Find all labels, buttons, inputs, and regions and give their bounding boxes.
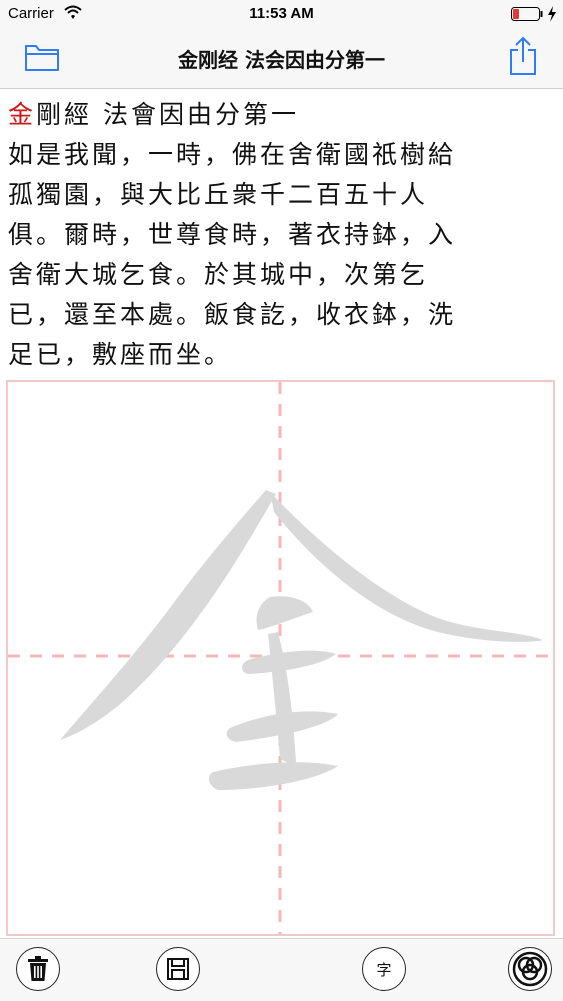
character-mode-label: 字 — [376, 960, 392, 979]
charging-icon — [548, 6, 556, 22]
folder-icon[interactable] — [24, 42, 60, 72]
bottom-toolbar: 字 — [0, 938, 563, 1001]
page-title: 金刚经 法会因由分第一 — [178, 48, 385, 72]
clock: 11:53 AM — [249, 5, 314, 22]
battery-icon — [511, 7, 543, 21]
character-mode-button[interactable]: 字 — [362, 947, 406, 991]
guide-character — [60, 490, 543, 790]
writing-canvas[interactable] — [6, 380, 555, 936]
text-line: 俱。爾時，世尊食時，著衣持鉢，入 — [8, 220, 457, 249]
status-bar: Carrier 11:53 AM — [0, 0, 563, 28]
clear-button[interactable] — [16, 947, 60, 991]
current-character[interactable]: 金 — [8, 100, 36, 129]
circles-icon — [512, 951, 548, 987]
text-line: 足已，敷座而坐。 — [8, 340, 233, 369]
save-icon — [167, 958, 189, 980]
trash-icon — [28, 956, 48, 981]
text-line: 已，還至本處。飯食訖，收衣鉢，洗 — [8, 300, 457, 329]
grid-guides — [8, 382, 553, 934]
style-button[interactable] — [508, 947, 552, 991]
text-line: 孤獨園，與大比丘衆千二百五十人 — [8, 180, 429, 209]
share-icon[interactable] — [507, 36, 539, 76]
navigation-bar: 金刚经 法会因由分第一 — [0, 28, 563, 89]
text-line: 如是我聞，一時，佛在舍衛國祇樹給 — [8, 140, 457, 169]
text-line: 舍衛大城乞食。於其城中，次第乞 — [8, 260, 429, 289]
text-line: 金剛經 法會因由分第一 — [8, 100, 299, 129]
scripture-text: 金剛經 法會因由分第一 如是我聞，一時，佛在舍衛國祇樹給 孤獨園，與大比丘衆千二… — [0, 89, 563, 379]
save-button[interactable] — [156, 947, 200, 991]
